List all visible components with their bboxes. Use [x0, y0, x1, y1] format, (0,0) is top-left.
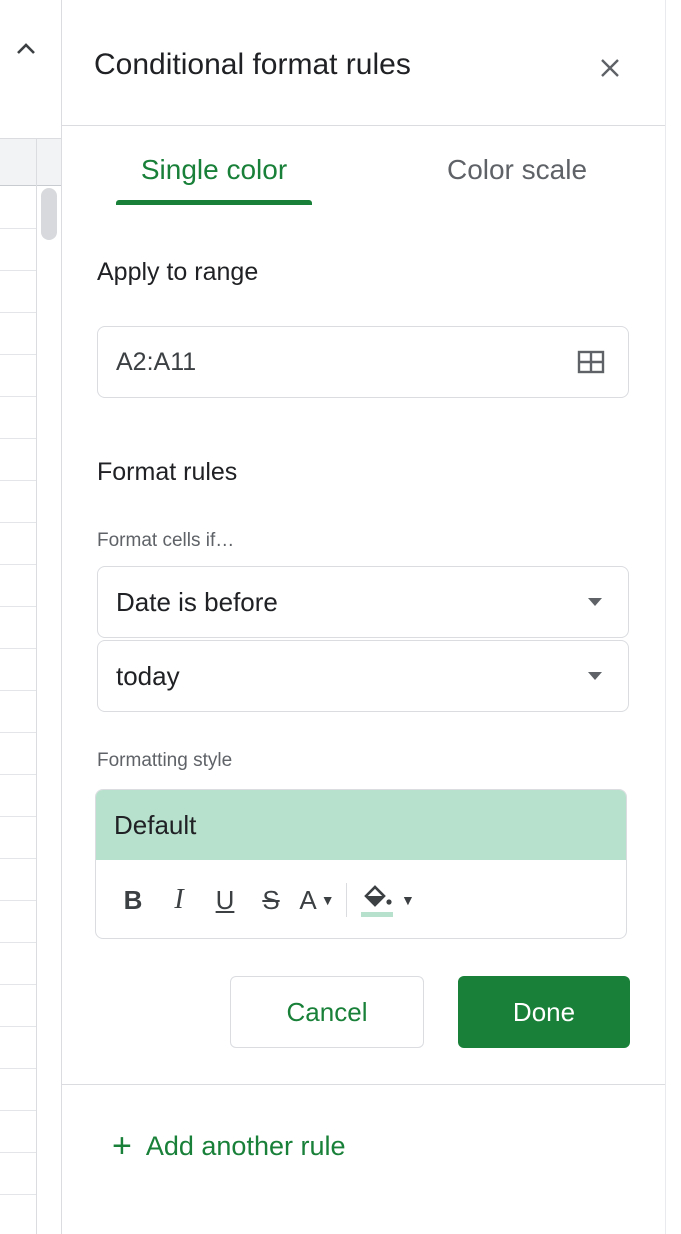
sheet-row-line — [0, 942, 36, 943]
format-cells-if-label: Format cells if… — [97, 530, 235, 551]
sheet-row-line — [0, 564, 36, 565]
dropdown-arrow-icon — [588, 598, 602, 606]
active-tab-indicator — [116, 200, 312, 205]
footer-divider — [62, 1084, 666, 1085]
sheet-row-line — [0, 690, 36, 691]
toolbar-separator — [346, 883, 347, 917]
spreadsheet-strip — [0, 0, 62, 1234]
sheet-row-line — [0, 816, 36, 817]
sheet-row-line — [0, 984, 36, 985]
sheet-row-line — [0, 732, 36, 733]
dropdown-arrow-icon — [588, 672, 602, 680]
sheet-row-line — [0, 1194, 36, 1195]
sheet-row-line — [0, 648, 36, 649]
formatting-style-box: Default B I U S A ▼ ▼ — [95, 789, 627, 939]
grid-select-icon[interactable] — [576, 347, 606, 377]
sheet-row-line — [0, 270, 36, 271]
style-preset-dropdown[interactable]: Default — [96, 790, 626, 860]
sheet-row-line — [0, 1068, 36, 1069]
italic-button[interactable]: I — [160, 878, 198, 922]
panel-edge — [665, 0, 666, 1234]
sheet-row-line — [0, 1026, 36, 1027]
style-preview-text: Default — [114, 809, 197, 840]
range-input[interactable]: A2:A11 — [97, 326, 629, 398]
fill-color-button[interactable]: ▼ — [357, 878, 415, 922]
plus-icon: + — [112, 1127, 132, 1165]
sheet-row-line — [0, 312, 36, 313]
text-color-button[interactable]: A ▼ — [298, 878, 336, 922]
add-another-rule-label: Add another rule — [145, 1130, 346, 1161]
strikethrough-button[interactable]: S — [252, 878, 290, 922]
sheet-row-line — [0, 396, 36, 397]
formatting-toolbar: B I U S A ▼ ▼ — [96, 860, 626, 938]
tab-color-scale[interactable]: Color scale — [422, 154, 612, 208]
sheet-row-line — [0, 480, 36, 481]
formatting-style-label: Formatting style — [97, 750, 233, 771]
collapse-button[interactable] — [12, 34, 40, 62]
sheet-row-line — [0, 858, 36, 859]
close-button[interactable] — [592, 50, 628, 86]
sheet-row-line — [0, 354, 36, 355]
chevron-up-icon — [17, 43, 35, 54]
panel-header: Conditional format rules — [62, 0, 666, 126]
panel-title: Conditional format rules — [94, 48, 411, 81]
range-value: A2:A11 — [116, 347, 197, 376]
caret-down-icon: ▼ — [401, 892, 415, 908]
text-color-icon: A — [299, 884, 317, 915]
condition-value: Date is before — [116, 586, 278, 617]
apply-to-range-label: Apply to range — [97, 258, 259, 286]
conditional-format-panel: Conditional format rules Single color Co… — [62, 0, 668, 1234]
underline-button[interactable]: U — [206, 878, 244, 922]
fill-color-icon — [361, 885, 393, 917]
date-dropdown[interactable]: today — [97, 640, 629, 712]
sheet-row-line — [0, 900, 36, 901]
date-value: today — [116, 660, 180, 691]
format-rules-label: Format rules — [97, 458, 238, 486]
column-divider — [36, 138, 37, 1234]
cancel-button[interactable]: Cancel — [230, 976, 424, 1048]
bold-button[interactable]: B — [114, 878, 152, 922]
sheet-row-line — [0, 438, 36, 439]
sheet-row-line — [0, 228, 36, 229]
close-icon — [601, 59, 619, 77]
sheet-row-line — [0, 774, 36, 775]
condition-dropdown[interactable]: Date is before — [97, 566, 629, 638]
sheet-row-line — [0, 1152, 36, 1153]
sheet-row-line — [0, 522, 36, 523]
caret-down-icon: ▼ — [320, 892, 335, 908]
scrollbar-thumb[interactable] — [41, 188, 57, 240]
add-another-rule-button[interactable]: + Add another rule — [112, 1124, 346, 1168]
sheet-row-line — [0, 606, 36, 607]
sheet-row-line — [0, 1110, 36, 1111]
sheet-column-header — [0, 138, 61, 186]
done-button[interactable]: Done — [458, 976, 630, 1048]
